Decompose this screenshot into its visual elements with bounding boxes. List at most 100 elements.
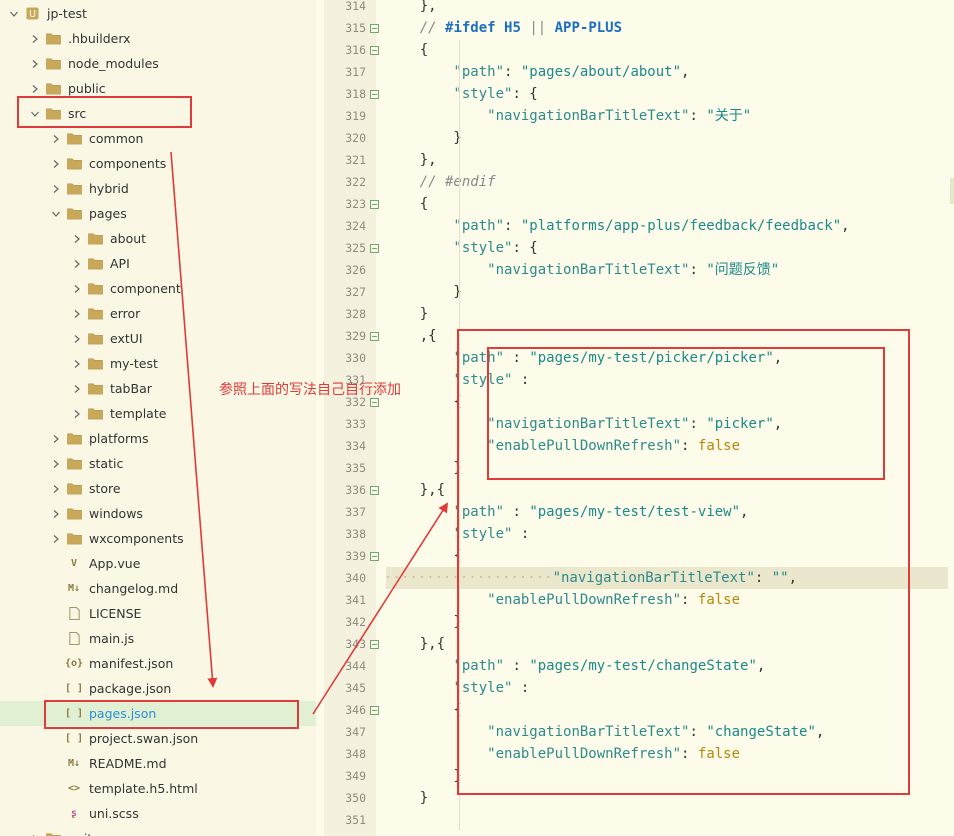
chevron-right-icon[interactable] — [50, 434, 62, 443]
code-line[interactable]: "navigationBarTitleText": "picker", — [386, 413, 782, 435]
code-line[interactable]: "enablePullDownRefresh": false — [386, 743, 740, 765]
tree-item-template[interactable]: template — [0, 401, 316, 426]
tree-item-extui[interactable]: extUI — [0, 326, 316, 351]
code-line[interactable]: "path" : "pages/my-test/picker/picker", — [386, 347, 782, 369]
code-line[interactable]: } — [386, 303, 428, 325]
code-line[interactable]: }, — [386, 0, 437, 17]
chevron-right-icon[interactable] — [71, 334, 83, 343]
fold-toggle-icon[interactable] — [370, 244, 379, 253]
code-line[interactable]: "style": { — [386, 83, 537, 105]
code-line[interactable]: { — [386, 699, 461, 721]
fold-toggle-icon[interactable] — [370, 24, 379, 33]
tree-item-platforms[interactable]: platforms — [0, 426, 316, 451]
chevron-right-icon[interactable] — [50, 459, 62, 468]
chevron-right-icon[interactable] — [71, 359, 83, 368]
tree-item-about[interactable]: about — [0, 226, 316, 251]
code-line[interactable]: "navigationBarTitleText": "关于" — [386, 105, 751, 127]
code-line[interactable]: ,{ — [386, 325, 437, 347]
tree-item-jp-test[interactable]: Ujp-test — [0, 1, 316, 26]
chevron-right-icon[interactable] — [50, 159, 62, 168]
fold-toggle-icon[interactable] — [370, 552, 379, 561]
chevron-right-icon[interactable] — [71, 234, 83, 243]
tree-item-package-json[interactable]: [ ] package.json — [0, 676, 316, 701]
code-line[interactable]: } — [386, 457, 461, 479]
code-line[interactable]: "navigationBarTitleText": "问题反馈" — [386, 259, 779, 281]
code-line[interactable]: "enablePullDownRefresh": false — [386, 435, 740, 457]
chevron-right-icon[interactable] — [71, 284, 83, 293]
code-line[interactable]: "enablePullDownRefresh": false — [386, 589, 740, 611]
tree-item-public[interactable]: public — [0, 76, 316, 101]
chevron-right-icon[interactable] — [29, 34, 41, 43]
tree-item-readme-md[interactable]: M↓ README.md — [0, 751, 316, 776]
tree-item-pages-json[interactable]: [ ] pages.json — [0, 701, 316, 726]
tree-item-uni-scss[interactable]: ʂ uni.scss — [0, 801, 316, 826]
tree-item-manifest-json[interactable]: {o} manifest.json — [0, 651, 316, 676]
code-line[interactable]: } — [386, 611, 461, 633]
chevron-right-icon[interactable] — [50, 534, 62, 543]
tree-item-wxcomponents[interactable]: wxcomponents — [0, 526, 316, 551]
tree-item-api[interactable]: API — [0, 251, 316, 276]
code-line[interactable]: },{ — [386, 479, 445, 501]
fold-toggle-icon[interactable] — [370, 46, 379, 55]
chevron-right-icon[interactable] — [50, 484, 62, 493]
fold-toggle-icon[interactable] — [370, 706, 379, 715]
code-line[interactable]: "navigationBarTitleText": "changeState", — [386, 721, 824, 743]
scrollbar-thumb[interactable] — [950, 178, 954, 204]
chevron-right-icon[interactable] — [71, 409, 83, 418]
code-line[interactable]: }, — [386, 149, 437, 171]
code-line[interactable]: "style" : — [386, 677, 529, 699]
code-line[interactable]: },{ — [386, 633, 445, 655]
tree-item-project-swan-json[interactable]: [ ] project.swan.json — [0, 726, 316, 751]
tree-item-hybrid[interactable]: hybrid — [0, 176, 316, 201]
tree-item-error[interactable]: error — [0, 301, 316, 326]
chevron-down-icon[interactable] — [50, 210, 62, 218]
fold-toggle-icon[interactable] — [370, 640, 379, 649]
code-line[interactable]: "style" : — [386, 523, 529, 545]
code-line[interactable]: // #endif — [386, 171, 496, 193]
tree-item-common[interactable]: common — [0, 126, 316, 151]
code-line[interactable]: { — [386, 545, 461, 567]
fold-toggle-icon[interactable] — [370, 90, 379, 99]
tree-item-node-modules[interactable]: node_modules — [0, 51, 316, 76]
tree-item-template-h5-html[interactable]: <> template.h5.html — [0, 776, 316, 801]
tree-item-component[interactable]: component — [0, 276, 316, 301]
chevron-right-icon[interactable] — [50, 134, 62, 143]
tree-item-windows[interactable]: windows — [0, 501, 316, 526]
code-line[interactable]: "style": { — [386, 237, 537, 259]
code-line[interactable]: "path" : "pages/my-test/test-view", — [386, 501, 748, 523]
tree-item-static[interactable]: static — [0, 451, 316, 476]
code-line[interactable]: } — [386, 765, 461, 787]
code-line[interactable]: "path": "platforms/app-plus/feedback/fee… — [386, 215, 849, 237]
chevron-right-icon[interactable] — [71, 384, 83, 393]
chevron-right-icon[interactable] — [50, 184, 62, 193]
tree-item-components[interactable]: components — [0, 151, 316, 176]
code-line[interactable]: } — [386, 787, 428, 809]
code-line[interactable]: { — [386, 39, 428, 61]
chevron-right-icon[interactable] — [71, 259, 83, 268]
code-line[interactable]: // #ifdef H5 || APP-PLUS — [386, 17, 622, 39]
chevron-right-icon[interactable] — [29, 59, 41, 68]
code-line[interactable]: "path": "pages/about/about", — [386, 61, 689, 83]
fold-toggle-icon[interactable] — [370, 486, 379, 495]
code-line[interactable]: "style" : — [386, 369, 529, 391]
tree-item-src[interactable]: src — [0, 101, 316, 126]
chevron-right-icon[interactable] — [50, 509, 62, 518]
fold-toggle-icon[interactable] — [370, 332, 379, 341]
code-line[interactable]: "path" : "pages/my-test/changeState", — [386, 655, 765, 677]
tree-item-my-test[interactable]: my-test — [0, 351, 316, 376]
tree-item-license[interactable]: LICENSE — [0, 601, 316, 626]
chevron-right-icon[interactable] — [29, 84, 41, 93]
code-line[interactable]: } — [386, 281, 461, 303]
fold-toggle-icon[interactable] — [370, 398, 379, 407]
code-line[interactable]: { — [386, 193, 428, 215]
code-editor[interactable]: }, // #ifdef H5 || APP-PLUS { "path": "p… — [386, 0, 954, 836]
tree-item-units[interactable]: units — [0, 826, 316, 836]
code-line[interactable]: } — [386, 127, 461, 149]
chevron-right-icon[interactable] — [71, 309, 83, 318]
tree-item-changelog-md[interactable]: M↓ changelog.md — [0, 576, 316, 601]
panel-divider[interactable] — [316, 0, 324, 836]
chevron-down-icon[interactable] — [29, 110, 41, 118]
chevron-down-icon[interactable] — [8, 10, 20, 18]
tree-item-pages[interactable]: pages — [0, 201, 316, 226]
tree-item-hbuilderx[interactable]: .hbuilderx — [0, 26, 316, 51]
